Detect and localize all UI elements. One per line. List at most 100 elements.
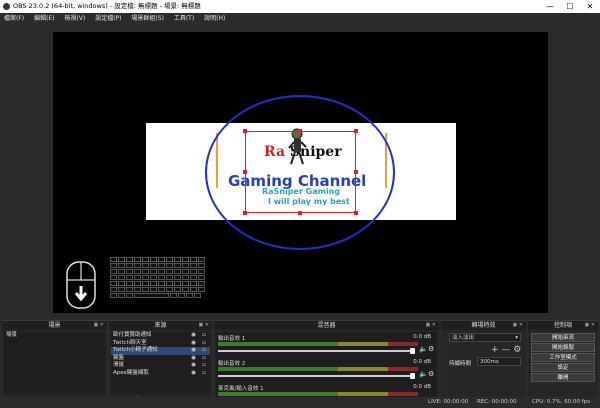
duration-value: 300ms — [480, 359, 499, 365]
window-title-bar: OBS 23.0.2 (64-bit, windows) - 設定檔: 無標題 … — [0, 0, 600, 13]
minus-icon[interactable]: — — [501, 345, 510, 355]
maximize-button[interactable]: ☐ — [560, 0, 580, 13]
source-item[interactable]: 滑鼠 ◉ ▫ — [111, 362, 210, 370]
start-streaming-button[interactable]: 開始串流 — [531, 333, 595, 342]
menu-tools[interactable]: 工具(T) — [174, 15, 194, 22]
duration-label: 持續時間 — [449, 361, 472, 367]
gear-icon[interactable]: ⚙ — [428, 345, 434, 353]
lock-icon[interactable]: ▫ — [202, 347, 206, 355]
eye-icon[interactable]: ◉ — [191, 362, 196, 370]
source-label: Apex鍵盤擷取 — [113, 369, 149, 376]
speaker-icon[interactable]: 🔈 — [419, 370, 428, 378]
mixer-channels: 輸出音效 1 0.0 dB 🔈 ⚙ 輸出音效 2 0.0 dB 🔈 ⚙ 麥克風/輸入… — [216, 332, 437, 406]
dock-float-close-icons[interactable]: ▣ ✕ — [512, 321, 523, 330]
channel-db: 0.0 dB — [413, 359, 431, 365]
source-label: Twitch聊天室 — [113, 339, 147, 346]
gear-icon[interactable]: ⚙ — [513, 345, 521, 355]
transition-toolbar: + — ⚙ — [491, 345, 521, 355]
menu-profile[interactable]: 設定檔(P) — [95, 15, 121, 22]
lock-icon[interactable]: ▫ — [202, 340, 206, 348]
channel-db: 0.0 dB — [413, 334, 431, 340]
mixer-channel-2: 輸出音效 2 0.0 dB — [218, 359, 435, 367]
gear-icon[interactable]: ⚙ — [428, 370, 434, 378]
eye-icon[interactable]: ◉ — [191, 347, 196, 355]
highlight-circle-annotation — [205, 95, 395, 250]
eye-icon[interactable]: ◉ — [191, 355, 196, 363]
audio-mixer-dock: 混音器 ▣ ✕ 輸出音效 1 0.0 dB 🔈 ⚙ 輸出音效 2 0.0 dB 🔈 ⚙… — [214, 320, 439, 408]
scenes-dock-title: 場景 ▣ ✕ — [2, 321, 107, 330]
eye-icon[interactable]: ◉ — [191, 332, 196, 340]
mixer-title-label: 混音器 — [317, 322, 336, 329]
sources-list: 歐付寶贊助通知 ◉ ▫ Twitch聊天室 ◉ ▫ Twitch小精子通知 ◉ ▫ 鍵盤 ◉ ▫… — [111, 332, 210, 394]
exit-button[interactable]: 離開 — [531, 373, 595, 382]
mixer-dock-title: 混音器 ▣ ✕ — [214, 321, 439, 330]
window-title: OBS 23.0.2 (64-bit, windows) - 設定檔: 無標題 … — [13, 2, 201, 10]
lock-icon[interactable]: ▫ — [202, 355, 206, 363]
sources-dock-title: 來源 ▣ ✕ — [109, 321, 212, 330]
mixer-channel-1: 輸出音效 1 0.0 dB — [218, 334, 435, 342]
source-item[interactable]: 鍵盤 ◉ ▫ — [111, 355, 210, 363]
obs-app-icon — [3, 3, 10, 10]
speaker-icon[interactable]: 🔈 — [419, 345, 428, 353]
controls-title-label: 控制項 — [553, 322, 572, 329]
lock-icon[interactable]: ▫ — [202, 362, 206, 370]
transitions-dock: 轉場特效 ▣ ✕ 淡入淡出 ▾ + — ⚙ 持續時間 300ms — [441, 320, 526, 408]
sources-dock: 來源 ▣ ✕ 歐付寶贊助通知 ◉ ▫ Twitch聊天室 ◉ ▫ Twitch小精子通知 ◉… — [109, 320, 212, 408]
lock-icon[interactable]: ▫ — [202, 370, 206, 378]
chevron-down-icon: ▾ — [515, 335, 518, 341]
eye-icon[interactable]: ◉ — [191, 340, 196, 348]
duration-input[interactable]: 300ms — [477, 357, 521, 366]
transitions-title-label: 轉場特效 — [471, 322, 496, 329]
menu-edit[interactable]: 編輯(E) — [34, 15, 54, 22]
controls-dock: 控制項 ▣ ✕ 開始串流 開始錄製 工作室模式 設定 離開 — [528, 320, 598, 408]
menu-scene-collection[interactable]: 場景群組(S) — [131, 15, 164, 22]
menu-file[interactable]: 檔案(F) — [4, 15, 24, 22]
eye-icon[interactable]: ◉ — [191, 370, 196, 378]
transition-selected-value: 淡入淡出 — [452, 335, 475, 341]
cpu-status: CPU: 0.7%, 60.00 fps — [532, 399, 591, 405]
mouse-overlay-icon — [66, 261, 96, 309]
mixer-channel-3: 麥克風/輸入音效 1 0.0 dB — [218, 384, 435, 392]
source-item[interactable]: Apex鍵盤擷取 ◉ ▫ — [111, 370, 210, 378]
source-label: 歐付寶贊助通知 — [113, 332, 152, 338]
channel-2-volume-slider[interactable] — [218, 375, 414, 377]
channel-1-volume-knob[interactable] — [410, 348, 415, 354]
dock-float-close-icons[interactable]: ▣ ✕ — [198, 321, 209, 330]
channel-1-meter — [218, 342, 418, 346]
channel-3-meter — [218, 392, 418, 396]
dock-float-close-icons[interactable]: ▣ ✕ — [93, 321, 104, 330]
transitions-dock-title: 轉場特效 ▣ ✕ — [441, 321, 526, 330]
controls-dock-title: 控制項 ▣ ✕ — [528, 321, 598, 330]
scene-item[interactable]: 場景 — [4, 332, 105, 340]
channel-2-meter — [218, 367, 418, 371]
status-bar: LIVE: 00:00:00 REC: 00:00:00 CPU: 0.7%, … — [0, 397, 600, 408]
menu-bar: 檔案(F) 編輯(E) 檢視(V) 設定檔(P) 場景群組(S) 工具(T) 說… — [0, 13, 600, 24]
scenes-dock: 場景▣ ✕ 場景 +—∧∨ — [2, 320, 107, 408]
scenes-title-label: 場景 — [48, 322, 61, 329]
keyboard-overlay — [110, 257, 212, 313]
live-status: LIVE: 00:00:00 — [428, 399, 469, 405]
plus-icon[interactable]: + — [491, 345, 499, 355]
source-label: 滑鼠 — [113, 362, 125, 368]
settings-button[interactable]: 設定 — [531, 363, 595, 372]
transition-select[interactable]: 淡入淡出 ▾ — [449, 333, 521, 342]
dock-float-close-icons[interactable]: ▣ ✕ — [584, 321, 595, 330]
lock-icon[interactable]: ▫ — [202, 332, 206, 340]
source-item[interactable]: Twitch聊天室 ◉ ▫ — [111, 340, 210, 348]
menu-help[interactable]: 說明(H) — [204, 15, 225, 22]
channel-2-volume-knob[interactable] — [410, 373, 415, 379]
dock-float-close-icons[interactable]: ▣ ✕ — [425, 321, 436, 330]
source-item[interactable]: 歐付寶贊助通知 ◉ ▫ — [111, 332, 210, 340]
menu-view[interactable]: 檢視(V) — [64, 15, 85, 22]
close-button[interactable]: ✕ — [580, 0, 600, 13]
sources-title-label: 來源 — [154, 322, 167, 329]
source-label: 鍵盤 — [113, 354, 125, 361]
source-item-selected[interactable]: Twitch小精子通知 ◉ ▫ — [111, 347, 210, 355]
scenes-list: 場景 — [4, 332, 105, 394]
channel-1-volume-slider[interactable] — [218, 350, 414, 352]
minimize-button[interactable]: — — [540, 0, 560, 13]
channel-db: 0.0 dB — [413, 384, 431, 390]
start-recording-button[interactable]: 開始錄製 — [531, 343, 595, 352]
studio-mode-button[interactable]: 工作室模式 — [531, 353, 595, 362]
source-label: Twitch小精子通知 — [113, 347, 158, 353]
